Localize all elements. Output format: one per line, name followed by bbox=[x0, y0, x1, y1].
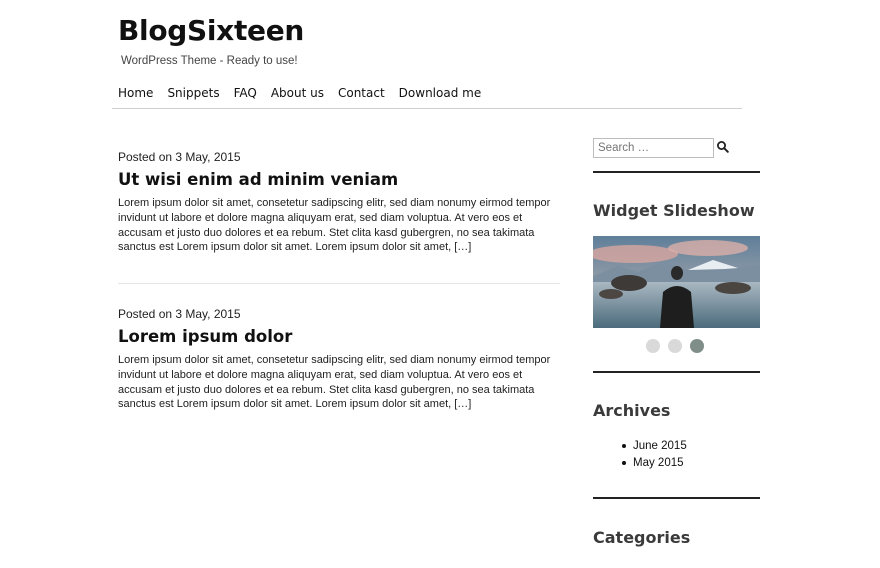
site-title[interactable]: BlogSixteen bbox=[118, 14, 304, 47]
slideshow-image[interactable] bbox=[593, 236, 760, 328]
nav-contact[interactable]: Contact bbox=[338, 86, 385, 100]
archive-item[interactable]: June 2015 bbox=[622, 438, 687, 455]
sidebar-divider bbox=[593, 171, 760, 173]
archives-list: June 2015 May 2015 bbox=[622, 438, 687, 472]
sidebar-divider bbox=[593, 497, 760, 499]
slideshow-dot[interactable] bbox=[646, 339, 660, 353]
slideshow-dot-active[interactable] bbox=[690, 339, 704, 353]
nav-home[interactable]: Home bbox=[118, 86, 153, 100]
post-excerpt: Lorem ipsum dolor sit amet, consetetur s… bbox=[118, 354, 551, 411]
search-input[interactable] bbox=[593, 138, 714, 158]
post-meta: Posted on 3 May, 2015 bbox=[118, 307, 241, 321]
post-meta: Posted on 3 May, 2015 bbox=[118, 150, 241, 164]
post-divider bbox=[118, 283, 560, 284]
primary-nav: Home Snippets FAQ About us Contact Downl… bbox=[118, 86, 495, 100]
slideshow-dots bbox=[646, 339, 704, 353]
post: Posted on 3 May, 2015 Lorem ipsum dolor … bbox=[118, 307, 560, 412]
post: Posted on 3 May, 2015 Ut wisi enim ad mi… bbox=[118, 150, 560, 255]
slideshow-dot[interactable] bbox=[668, 339, 682, 353]
site-description: WordPress Theme - Ready to use! bbox=[121, 55, 298, 67]
nav-about-us[interactable]: About us bbox=[271, 86, 324, 100]
post-title[interactable]: Lorem ipsum dolor bbox=[118, 327, 560, 346]
nav-divider bbox=[112, 108, 742, 109]
nav-snippets[interactable]: Snippets bbox=[167, 86, 219, 100]
post-excerpt: Lorem ipsum dolor sit amet, consetetur s… bbox=[118, 197, 551, 254]
post-title[interactable]: Ut wisi enim ad minim veniam bbox=[118, 170, 560, 189]
search-icon[interactable] bbox=[716, 140, 730, 154]
widget-slideshow-title: Widget Slideshow bbox=[593, 201, 755, 220]
sidebar-divider bbox=[593, 371, 760, 373]
archive-item[interactable]: May 2015 bbox=[622, 455, 687, 472]
widget-categories-title: Categories bbox=[593, 528, 691, 547]
widget-archives-title: Archives bbox=[593, 401, 671, 420]
nav-download-me[interactable]: Download me bbox=[399, 86, 482, 100]
nav-faq[interactable]: FAQ bbox=[234, 86, 257, 100]
